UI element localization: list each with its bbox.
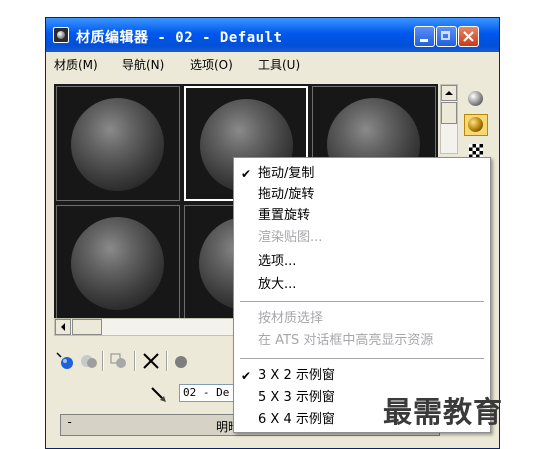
- watermark-text: 最需教育: [383, 395, 504, 429]
- menu-item-highlight-assets-in-ats: 在 ATS 对话框中高亮显示资源: [258, 333, 434, 348]
- title-bar[interactable]: 材质编辑器 - 02 - Default: [46, 18, 499, 52]
- check-icon: ✔: [241, 167, 252, 181]
- assign-to-selection-button[interactable]: [108, 350, 130, 372]
- menu-item-render-map: 渲染贴图...: [258, 230, 323, 245]
- backlight-icon: [468, 117, 483, 132]
- eyedropper-icon: [151, 387, 166, 402]
- material-sphere: [71, 98, 164, 191]
- menu-separator: [240, 358, 484, 360]
- menu-item-magnify[interactable]: 放大...: [258, 275, 296, 295]
- sample-type-icon: [468, 91, 483, 106]
- close-button[interactable]: [458, 26, 479, 47]
- menu-item-options[interactable]: 选项...: [258, 252, 296, 272]
- menu-item-6x4-sample-windows[interactable]: 6 X 4 示例窗: [258, 410, 335, 430]
- check-icon: ✔: [241, 369, 252, 383]
- arrow-up-icon: [445, 91, 453, 95]
- menu-item-reset-rotation[interactable]: 重置旋转: [258, 206, 310, 226]
- toolbar-separator: [134, 351, 136, 371]
- menu-options[interactable]: 选项(O): [190, 56, 233, 73]
- vertical-scrollbar[interactable]: [440, 84, 458, 154]
- menu-item-drag-rotate[interactable]: 拖动/旋转: [258, 185, 314, 205]
- menu-item-drag-copy[interactable]: 拖动/复制: [258, 164, 314, 184]
- material-editor-app-icon[interactable]: [53, 27, 69, 43]
- put-to-scene-button[interactable]: [78, 350, 100, 372]
- menu-tools[interactable]: 工具(U): [258, 56, 300, 73]
- menu-item-3x2-sample-windows[interactable]: 3 X 2 示例窗: [258, 366, 335, 386]
- scroll-thumb[interactable]: [441, 102, 457, 124]
- get-material-button[interactable]: [54, 350, 76, 372]
- material-sphere: [71, 217, 164, 310]
- menu-separator: [240, 301, 484, 303]
- material-name-field[interactable]: 02 - De: [179, 384, 239, 402]
- assign-to-selection-icon: [110, 353, 126, 368]
- scroll-left-button[interactable]: [55, 319, 71, 335]
- sample-slot[interactable]: [56, 205, 180, 320]
- scroll-up-button[interactable]: [441, 85, 457, 101]
- pick-material-from-object-button[interactable]: [148, 384, 168, 404]
- menu-bar: 材质(M) 导航(N) 选项(O) 工具(U): [46, 52, 499, 74]
- menu-navigation[interactable]: 导航(N): [122, 56, 164, 73]
- sample-slot[interactable]: [56, 86, 180, 201]
- backlight-button[interactable]: [464, 114, 488, 136]
- rollout-collapse-button[interactable]: -: [61, 415, 91, 435]
- delete-button[interactable]: [140, 350, 162, 372]
- menu-material[interactable]: 材质(M): [54, 56, 98, 73]
- window-title: 材质编辑器 - 02 - Default: [76, 30, 283, 46]
- sample-type-button[interactable]: [464, 88, 488, 110]
- put-to-scene-icon: [81, 355, 97, 368]
- close-icon: [463, 31, 474, 42]
- minimize-button[interactable]: [414, 26, 435, 47]
- arrow-left-icon: [61, 323, 65, 331]
- menu-item-5x3-sample-windows[interactable]: 5 X 3 示例窗: [258, 388, 335, 408]
- toolbar-separator: [166, 351, 168, 371]
- maximize-button[interactable]: [436, 26, 457, 47]
- background-checker-icon: [469, 144, 483, 158]
- delete-icon: [143, 353, 159, 369]
- scroll-thumb[interactable]: [72, 319, 102, 335]
- make-copy-button[interactable]: [171, 350, 193, 372]
- toolbar-separator: [102, 351, 104, 371]
- get-material-icon: [56, 352, 73, 369]
- make-copy-icon: [175, 356, 187, 368]
- menu-item-select-by-material: 按材质选择: [258, 311, 324, 326]
